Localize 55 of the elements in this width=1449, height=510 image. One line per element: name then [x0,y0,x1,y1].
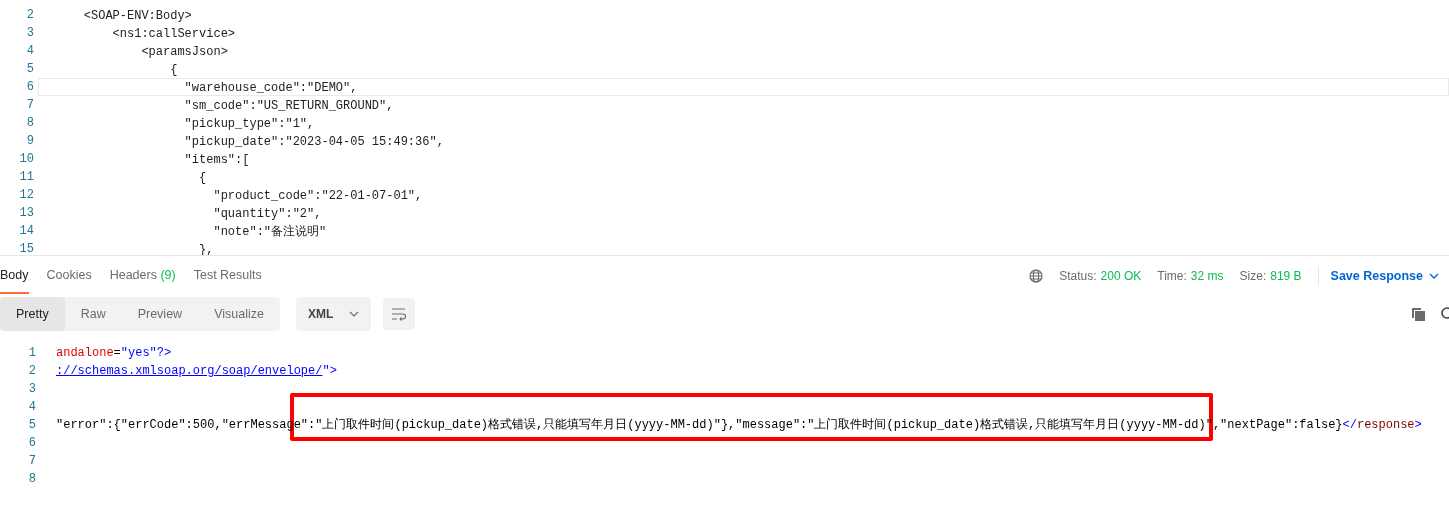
view-mode-tab[interactable]: Visualize [198,296,280,332]
response-tab[interactable]: Body [0,257,29,295]
line-number: 7 [25,97,35,114]
code-line: "sm_code":"US_RETURN_GROUND", [183,98,395,114]
line-number: 9 [25,133,35,150]
chevron-down-icon [349,311,360,317]
line-number: 4 [25,43,35,60]
code-line: <SOAP-ENV:Body> [82,8,193,24]
code-line: "items":[ [183,152,251,168]
line-number: 5 [25,61,35,78]
line-number: 3 [27,381,36,398]
view-mode-tab[interactable]: Preview [121,296,199,332]
line-number: 13 [18,205,35,222]
code-line: "pickup_type":"1", [183,116,316,132]
line-number: 12 [18,187,35,204]
code-line: <ns1:callService> [111,26,237,42]
line-number: 1 [27,345,36,362]
line-number: 3 [25,25,35,42]
line-number: 6 [25,79,35,96]
globe-icon[interactable] [1029,269,1044,283]
status-text: Status: 200 OK [1059,268,1142,285]
code-line: ://schemas.xmlsoap.org/soap/envelope/"> [55,363,337,380]
line-number: 5 [27,417,36,434]
code-line: "note":"备注说明" [212,224,328,240]
code-line: }, [198,242,215,255]
view-mode-tab[interactable]: Raw [64,296,122,332]
line-number: 4 [27,399,36,416]
line-number: 14 [18,223,35,240]
code-line: "quantity":"2", [212,206,323,222]
line-number: 8 [25,115,35,132]
line-number: 2 [25,7,35,24]
chevron-down-icon [1429,272,1439,281]
line-number: 6 [27,435,36,452]
code-line: <paramsJson> [140,44,229,60]
response-tab[interactable]: Test Results [193,257,262,295]
response-tab[interactable]: Headers (9) [109,257,176,295]
line-number: 10 [18,151,35,168]
code-line: "product_code":"22-01-07-01", [212,188,424,204]
save-response-button[interactable]: Save Response [1317,266,1439,286]
format-dropdown[interactable]: XML [295,297,372,331]
response-tab[interactable]: Cookies [46,257,92,295]
code-line: { [169,62,179,78]
line-number: 11 [18,169,35,186]
line-number: 8 [27,471,36,488]
time-text: Time: 32 ms [1157,268,1224,285]
wrap-icon [391,307,408,321]
line-number: 2 [27,363,36,380]
code-line: andalone="yes"?> [55,345,172,362]
line-number: 7 [27,453,36,470]
size-text: Size: 819 B [1239,268,1302,285]
code-line: { [198,170,208,186]
line-number: 15 [18,241,35,255]
code-line: "pickup_date":"2023-04-05 15:49:36", [183,134,445,150]
view-mode-tab[interactable]: Pretty [0,296,65,332]
copy-icon[interactable] [1411,307,1425,321]
